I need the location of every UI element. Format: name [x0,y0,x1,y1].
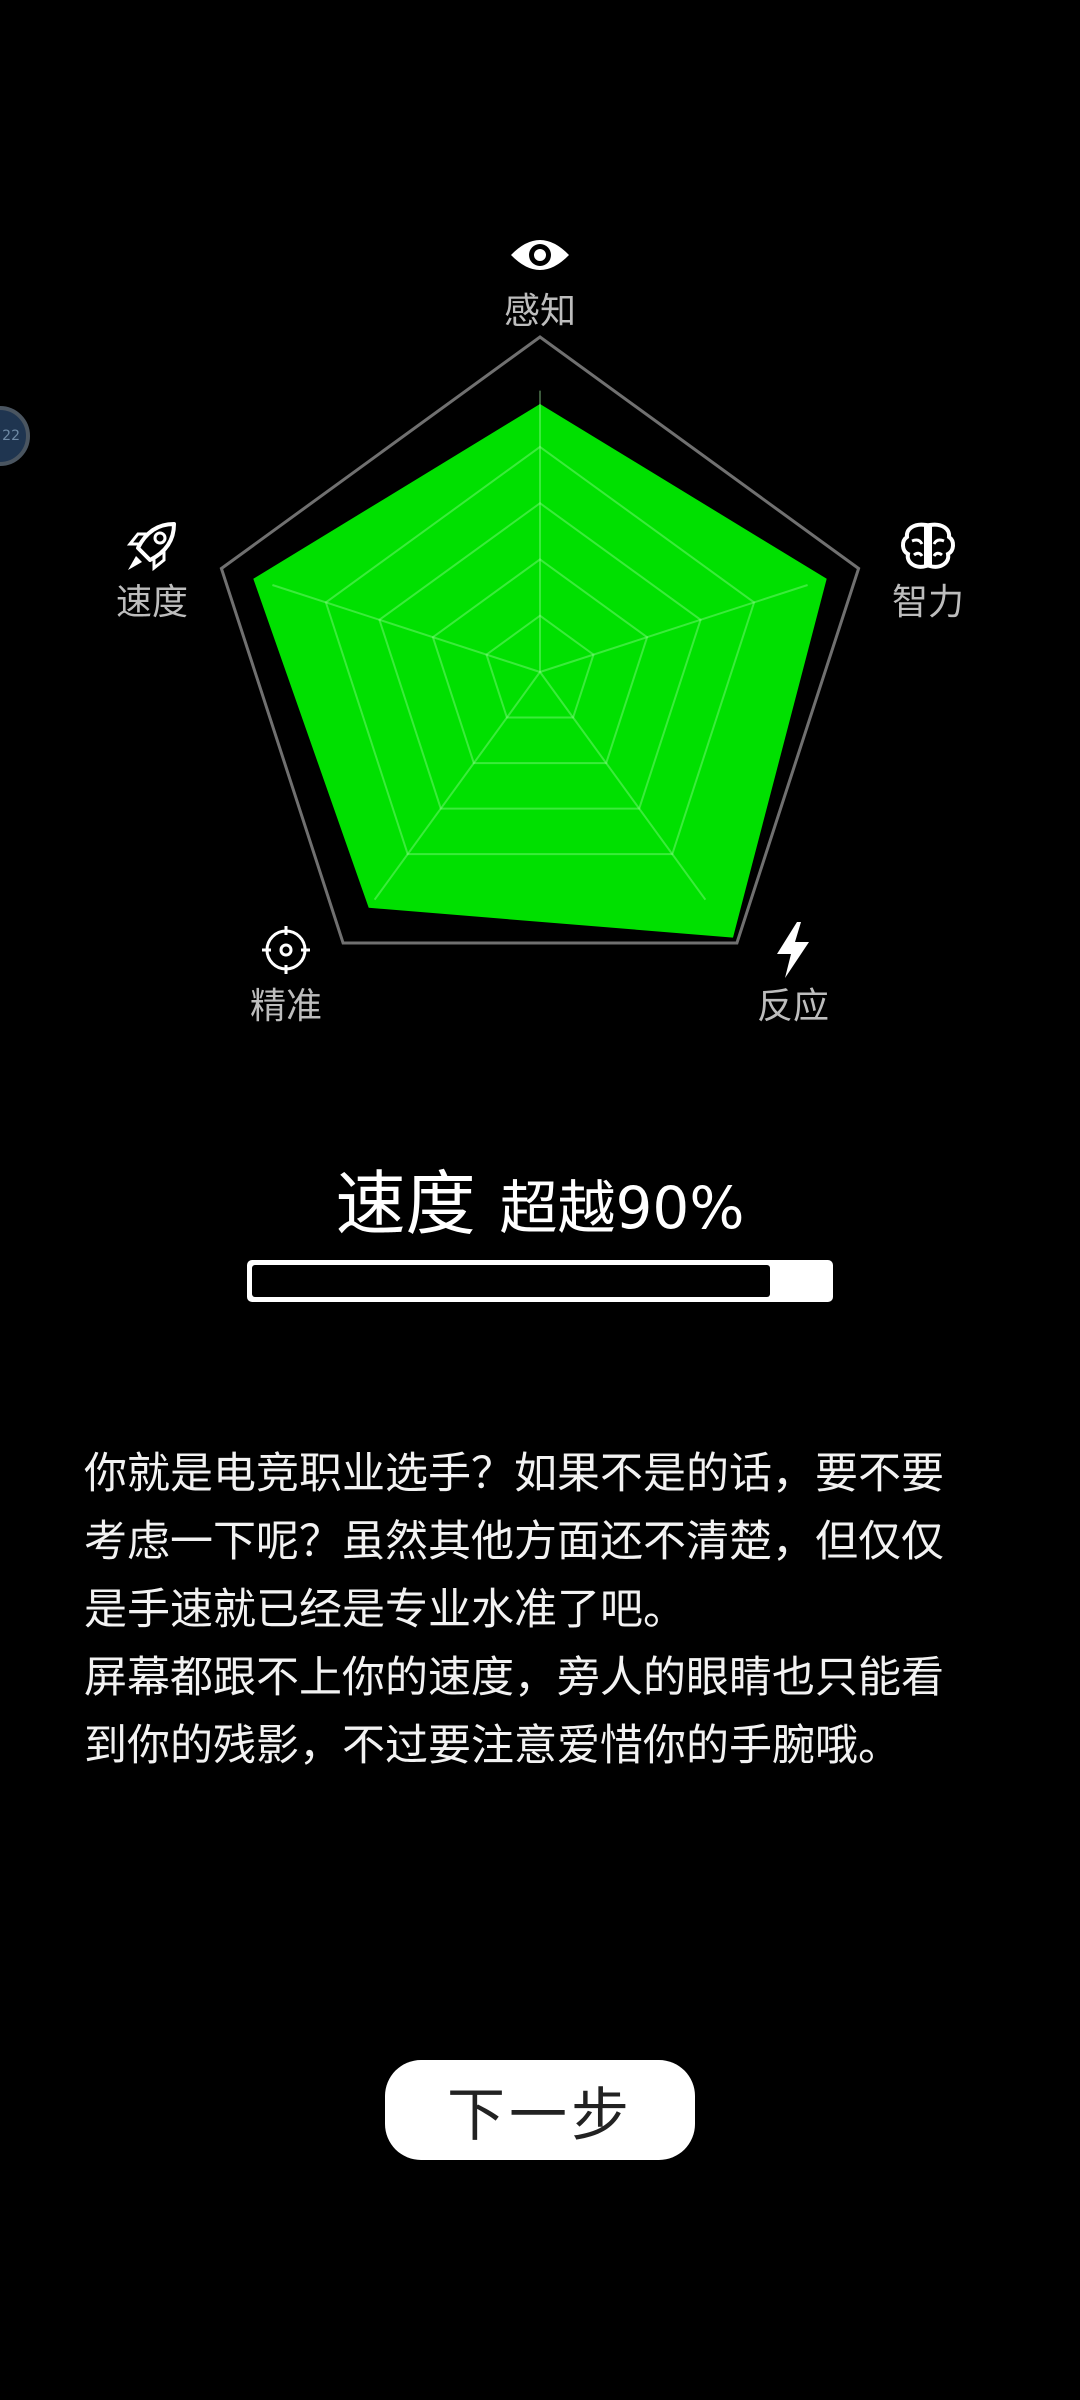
brain-icon [901,522,955,569]
rocket-icon [126,522,176,572]
stat-name: 速度 [335,1163,476,1245]
stat-rank: 超越90% [499,1174,745,1242]
next-step-button[interactable]: 下一步 [385,2060,695,2160]
progress-inner [252,1265,828,1297]
eye-icon [511,240,569,270]
axis-label-perception: 感知 [504,291,577,332]
axis-label-intelligence: 智力 [892,582,965,623]
lightning-icon [777,922,809,978]
description-paragraph-1: 你就是电竞职业选手？如果不是的话，要不要考虑一下呢？虽然其他方面还不清楚，但仅仅… [84,1449,944,1635]
progress-bar [247,1260,833,1302]
axis-label-speed: 速度 [116,582,189,623]
axis-label-reaction: 反应 [757,986,830,1027]
result-description: 你就是电竞职业选手？如果不是的话，要不要考虑一下呢？虽然其他方面还不清楚，但仅仅… [84,1440,964,1780]
axis-label-precision: 精准 [250,986,323,1027]
description-paragraph-2: 屏幕都跟不上你的速度，旁人的眼睛也只能看到你的残影，不过要注意爱惜你的手腕哦。 [84,1653,944,1771]
progress-fill [252,1265,771,1297]
crosshair-icon [262,926,310,974]
bubble-text: 22 [2,428,20,444]
result-headline: 速度 超越90% [0,1148,1080,1249]
